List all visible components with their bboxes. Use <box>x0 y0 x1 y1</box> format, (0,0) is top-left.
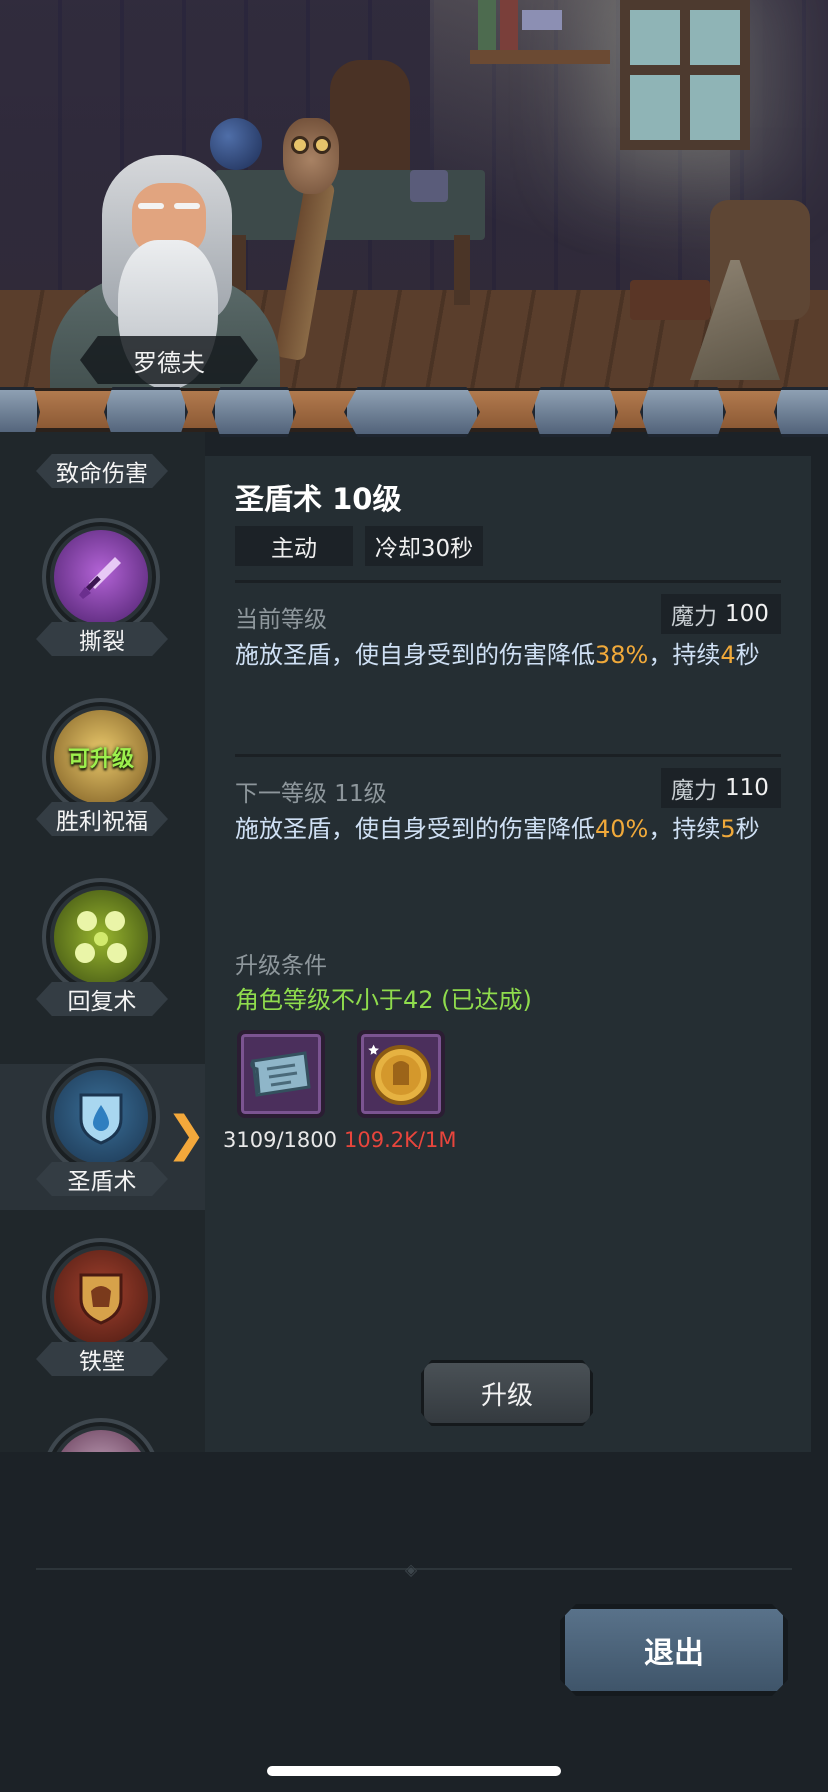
book <box>500 0 518 50</box>
bookshelf <box>470 0 610 64</box>
rail-block <box>0 387 40 437</box>
skill-label-heal[interactable]: 回复术 <box>36 982 168 1016</box>
bronze-helm-shield-icon <box>54 1250 148 1344</box>
mana-value: 110 <box>725 775 769 801</box>
npc-name: 罗德夫 <box>80 336 258 384</box>
desc-duration: 5 <box>720 815 736 843</box>
desc-percent: 38% <box>595 641 649 669</box>
requirements-label: 升级条件 <box>235 953 327 979</box>
purple-dagger-icon <box>54 530 148 624</box>
skill-label-crit[interactable]: 致命伤害 <box>36 454 168 488</box>
skill-item-rend[interactable] <box>42 518 160 636</box>
level-requirement: 角色等级不小于42 (已达成) <box>235 986 532 1014</box>
helm-glyph <box>79 1273 123 1325</box>
npc-brow <box>174 203 200 209</box>
mana-label: 魔力 <box>671 778 717 804</box>
home-indicator[interactable] <box>267 1766 561 1776</box>
desc-text: ，持续 <box>648 815 721 843</box>
skill-item-heal[interactable] <box>42 878 160 996</box>
golden-crown-icon: 可升级 <box>54 710 148 804</box>
owl-eye <box>291 136 309 154</box>
owl-icon <box>283 118 339 194</box>
skill-label-iron-wall[interactable]: 铁壁 <box>36 1342 168 1376</box>
next-level-description: 施放圣盾，使自身受到的伤害降低40%，持续5秒 <box>235 812 791 846</box>
chair <box>330 60 410 180</box>
next-skill-icon <box>54 1430 148 1452</box>
skill-label-victory-blessing[interactable]: 胜利祝福 <box>36 802 168 836</box>
skill-item-victory-blessing[interactable]: 可升级 <box>42 698 160 816</box>
rail-block <box>774 387 828 437</box>
npc-brow <box>138 203 164 209</box>
divider-ornament-icon: ◈ <box>404 1560 418 1579</box>
desc-text: ，持续 <box>648 641 721 669</box>
exit-button[interactable]: 退出 <box>560 1604 788 1696</box>
skill-type-tag: 主动 <box>235 526 353 566</box>
desc-text: 施放圣盾，使自身受到的伤害降低 <box>235 815 595 843</box>
rail-block <box>344 387 480 437</box>
skill-label-rend[interactable]: 撕裂 <box>36 622 168 656</box>
water-shield-icon <box>54 1070 148 1164</box>
skill-item-holy-shield[interactable] <box>42 1058 160 1176</box>
gold-coin-icon <box>368 1044 431 1105</box>
divider <box>235 580 781 583</box>
desc-percent: 40% <box>595 815 649 843</box>
selected-arrow-icon: ❯ <box>166 1106 207 1162</box>
rail-block <box>532 387 618 437</box>
upgradable-badge: 可升级 <box>67 747 134 772</box>
green-orbs-icon <box>54 890 148 984</box>
next-mana-cost: 魔力 110 <box>661 768 781 808</box>
decorative-rail <box>0 387 828 437</box>
current-level-label: 当前等级 <box>235 607 327 633</box>
divider <box>235 754 781 757</box>
desc-duration: 4 <box>720 641 736 669</box>
upgrade-button[interactable]: 升级 <box>421 1360 593 1426</box>
desc-text: 秒 <box>735 641 760 669</box>
book <box>522 10 562 30</box>
next-level-label: 下一等级 11级 <box>235 781 387 807</box>
skill-item-iron-wall[interactable] <box>42 1238 160 1356</box>
rail-block <box>640 387 726 437</box>
scroll-icon <box>250 1051 311 1097</box>
skill-label-holy-shield[interactable]: 圣盾术 <box>36 1162 168 1196</box>
inkpot-icon <box>410 170 448 202</box>
mana-label: 魔力 <box>671 604 717 630</box>
mana-value: 100 <box>725 601 769 627</box>
desc-text: 秒 <box>735 815 760 843</box>
current-level-description: 施放圣盾，使自身受到的伤害降低38%，持续4秒 <box>235 638 791 672</box>
desc-text: 施放圣盾，使自身受到的伤害降低 <box>235 641 595 669</box>
skill-list[interactable]: 致命伤害 撕裂 可升级 胜利祝福 回复术 圣盾术 铁壁 <box>0 432 205 1452</box>
current-mana-cost: 魔力 100 <box>661 594 781 634</box>
orbs-glyph <box>75 911 127 963</box>
cooldown-tag: 冷却30秒 <box>365 526 483 566</box>
skill-title: 圣盾术 10级 <box>235 482 402 516</box>
skill-item-next[interactable] <box>42 1418 160 1452</box>
shield-glyph <box>79 1093 123 1145</box>
chest <box>630 280 710 320</box>
skill-detail-panel: 圣盾术 10级 主动 冷却30秒 当前等级 魔力 100 施放圣盾，使自身受到的… <box>205 456 811 1452</box>
npc-scene: 罗德夫 <box>0 0 828 400</box>
rail-block <box>212 387 296 437</box>
material-count-gold: 109.2K/1M <box>344 1128 457 1152</box>
material-slot[interactable] <box>357 1030 445 1118</box>
rail-block <box>104 387 188 437</box>
material-slot[interactable] <box>237 1030 325 1118</box>
dagger-glyph <box>79 557 121 599</box>
window <box>620 0 750 150</box>
material-count-scroll: 3109/1800 <box>223 1128 337 1152</box>
book <box>478 0 496 50</box>
owl-eye <box>313 136 331 154</box>
